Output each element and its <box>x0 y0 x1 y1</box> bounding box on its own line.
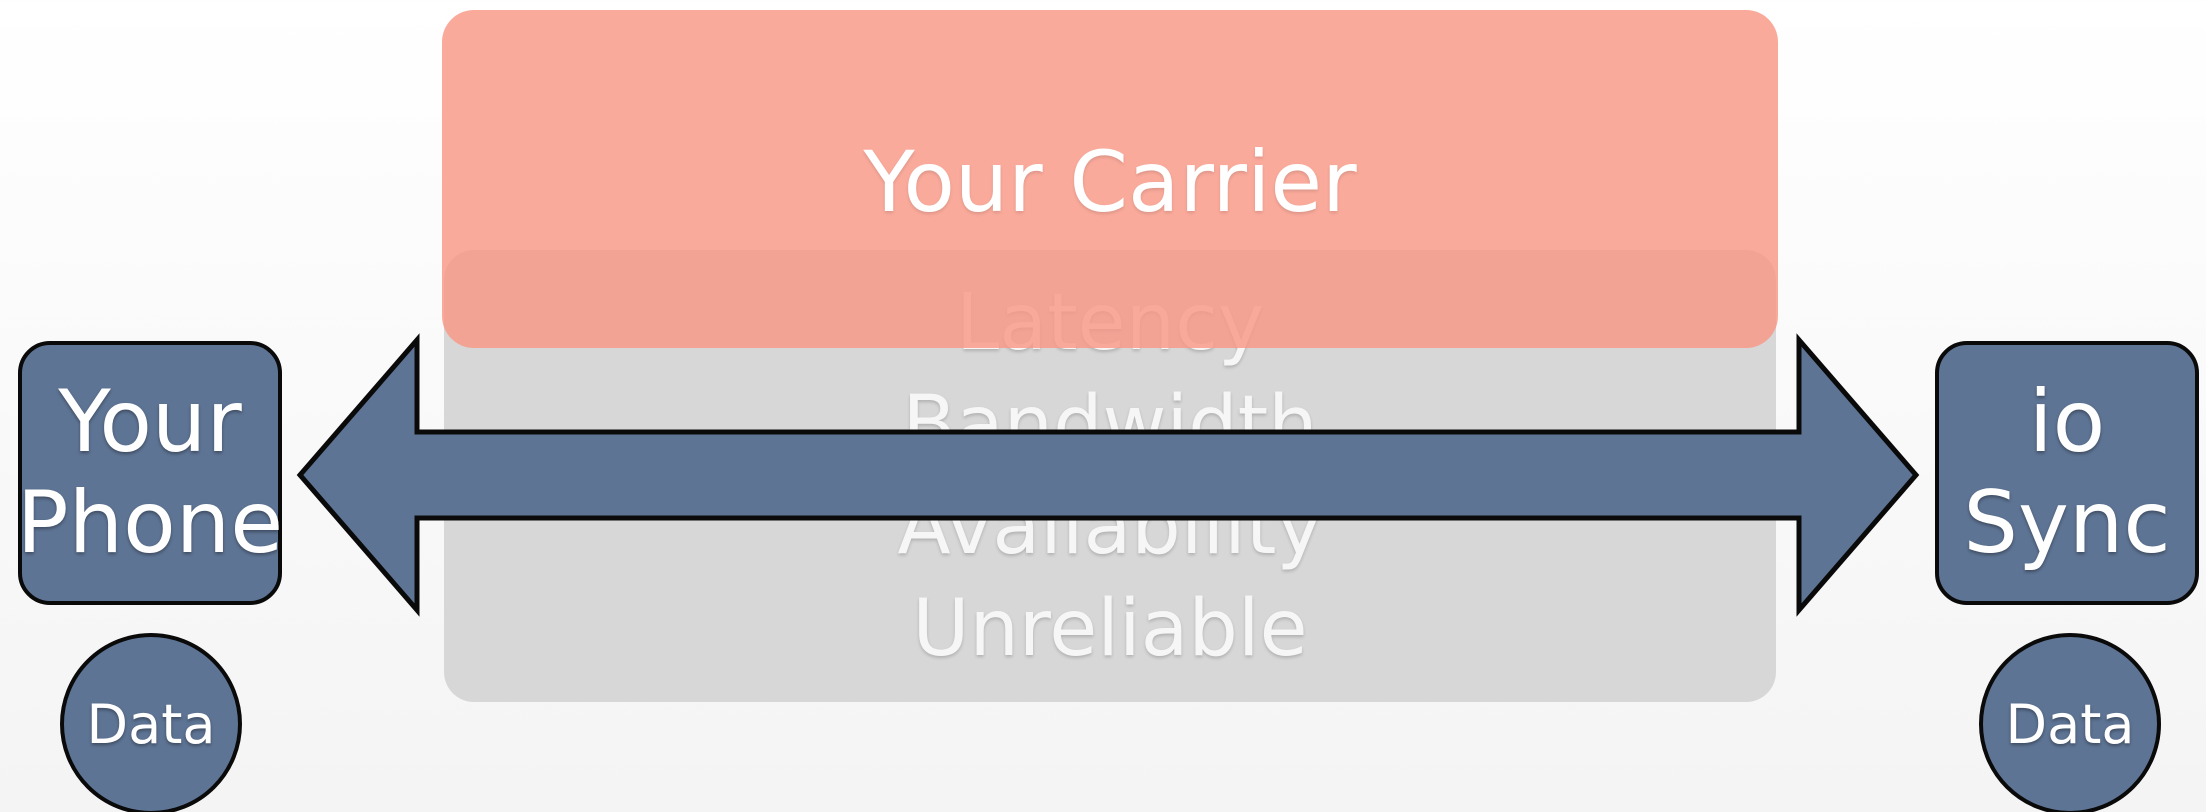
io-sync-label: io Sync <box>1963 371 2171 573</box>
double-arrow <box>296 333 1920 617</box>
double-arrow-shape <box>296 333 1920 617</box>
phone-data-label: Data <box>86 692 216 756</box>
your-phone-label: Your Phone <box>16 371 284 573</box>
sync-data-label: Data <box>2005 692 2135 756</box>
phone-data-circle: Data <box>60 633 242 812</box>
io-sync-node: io Sync <box>1935 341 2199 605</box>
sync-data-circle: Data <box>1979 633 2161 812</box>
your-phone-node: Your Phone <box>16 341 284 605</box>
